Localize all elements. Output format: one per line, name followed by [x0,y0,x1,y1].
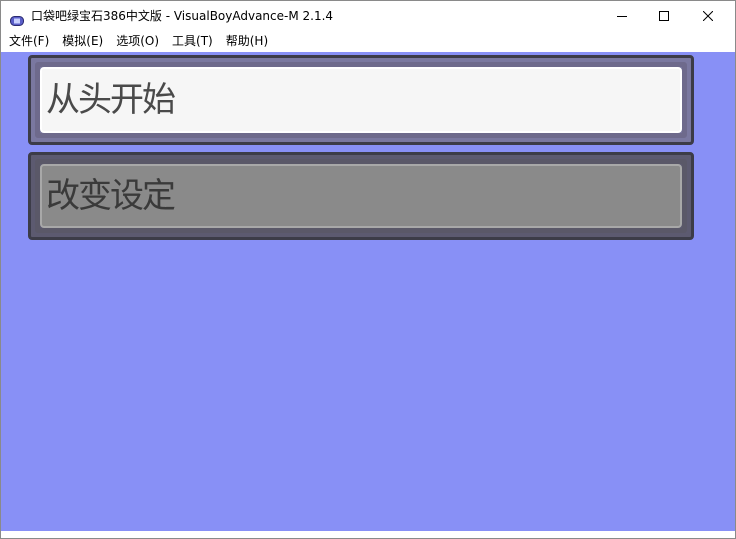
option-label: 改变设定 [46,176,176,216]
minimize-button[interactable] [599,1,645,31]
menu-options[interactable]: 选项(O) [112,32,163,50]
option-change-settings[interactable]: 改变设定 [28,152,694,240]
close-icon [703,11,713,21]
window-title: 口袋吧绿宝石386中文版 - VisualBoyAdvance-M 2.1.4 [31,9,334,23]
menu-emulation[interactable]: 模拟(E) [58,32,107,50]
menu-help[interactable]: 帮助(H) [222,32,272,50]
menu-tools[interactable]: 工具(T) [168,32,217,50]
option-label: 从头开始 [46,80,176,120]
app-window: 口袋吧绿宝石386中文版 - VisualBoyAdvance-M 2.1.4 … [0,0,736,539]
maximize-button[interactable] [641,1,687,31]
game-screen[interactable]: 从头开始 改变设定 [1,52,735,531]
title-bar[interactable]: 口袋吧绿宝石386中文版 - VisualBoyAdvance-M 2.1.4 [1,1,735,31]
window-bottom-border [1,531,735,538]
option-panel: 改变设定 [40,164,682,228]
option-frame: 改变设定 [35,159,687,233]
maximize-icon [659,11,669,21]
option-panel-selected: 从头开始 [40,67,682,133]
minimize-icon [617,11,627,21]
menu-bar: 文件(F) 模拟(E) 选项(O) 工具(T) 帮助(H) [1,31,735,51]
gameboy-advance-icon [10,11,24,26]
close-button[interactable] [685,1,731,31]
menu-file[interactable]: 文件(F) [5,32,53,50]
option-new-game[interactable]: 从头开始 [28,55,694,145]
option-frame: 从头开始 [35,62,687,138]
